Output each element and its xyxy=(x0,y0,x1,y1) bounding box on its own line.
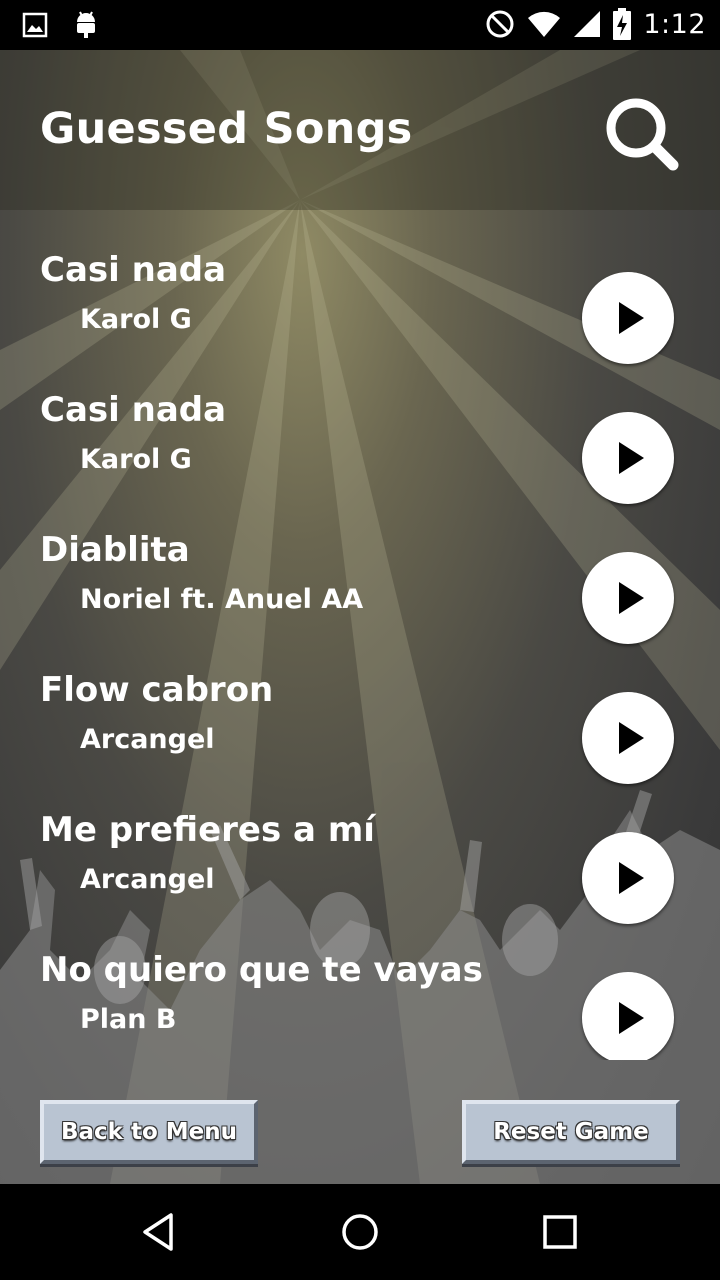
status-bar: 1:12 xyxy=(0,0,720,50)
song-artist: Karol G xyxy=(80,304,192,335)
song-artist: Plan B xyxy=(80,1004,177,1035)
song-artist: Arcangel xyxy=(80,724,215,755)
play-button[interactable] xyxy=(582,272,674,364)
song-title: Flow cabron xyxy=(40,670,274,710)
list-item: No quiero que te vayas Plan B xyxy=(0,950,720,1060)
play-icon xyxy=(619,582,644,614)
android-icon xyxy=(77,11,95,38)
song-artist: Karol G xyxy=(80,444,192,475)
play-icon xyxy=(619,722,644,754)
search-button[interactable] xyxy=(600,92,684,176)
play-button[interactable] xyxy=(582,692,674,784)
list-item: Casi nada Karol G xyxy=(0,250,720,390)
song-title: Casi nada xyxy=(40,250,227,290)
clock: 1:12 xyxy=(643,8,706,40)
song-title: Me prefieres a mí xyxy=(40,810,375,850)
back-to-menu-button[interactable]: Back to Menu xyxy=(40,1100,258,1164)
battery-charging-icon xyxy=(613,8,632,40)
do-not-disturb-icon xyxy=(486,10,514,38)
song-list: Casi nada Karol G Casi nada Karol G Diab… xyxy=(0,250,720,1060)
reset-game-button[interactable]: Reset Game xyxy=(462,1100,680,1164)
search-icon xyxy=(606,98,679,171)
song-title: No quiero que te vayas xyxy=(40,950,483,990)
home-icon[interactable] xyxy=(338,1210,382,1254)
play-button[interactable] xyxy=(582,972,674,1060)
song-title: Casi nada xyxy=(40,390,227,430)
header-bar: Guessed Songs xyxy=(0,50,720,210)
play-icon xyxy=(619,442,644,474)
song-artist: Arcangel xyxy=(80,864,215,895)
play-icon xyxy=(619,1002,644,1034)
song-artist: Noriel ft. Anuel AA xyxy=(80,584,364,615)
page-title: Guessed Songs xyxy=(40,104,413,154)
song-title: Diablita xyxy=(40,530,190,570)
navigation-bar xyxy=(0,1184,720,1280)
back-icon[interactable] xyxy=(138,1210,182,1254)
image-icon xyxy=(22,12,48,38)
wifi-icon xyxy=(528,11,561,38)
list-item: Me prefieres a mí Arcangel xyxy=(0,810,720,950)
list-item: Diablita Noriel ft. Anuel AA xyxy=(0,530,720,670)
play-button[interactable] xyxy=(582,412,674,504)
play-button[interactable] xyxy=(582,832,674,924)
play-button[interactable] xyxy=(582,552,674,644)
play-icon xyxy=(619,862,644,894)
recents-icon[interactable] xyxy=(538,1210,582,1254)
app-screen: Guessed Songs Casi nada Karol G Casi nad… xyxy=(0,50,720,1184)
list-item: Casi nada Karol G xyxy=(0,390,720,530)
signal-icon xyxy=(574,11,601,37)
play-icon xyxy=(619,302,644,334)
list-item: Flow cabron Arcangel xyxy=(0,670,720,810)
